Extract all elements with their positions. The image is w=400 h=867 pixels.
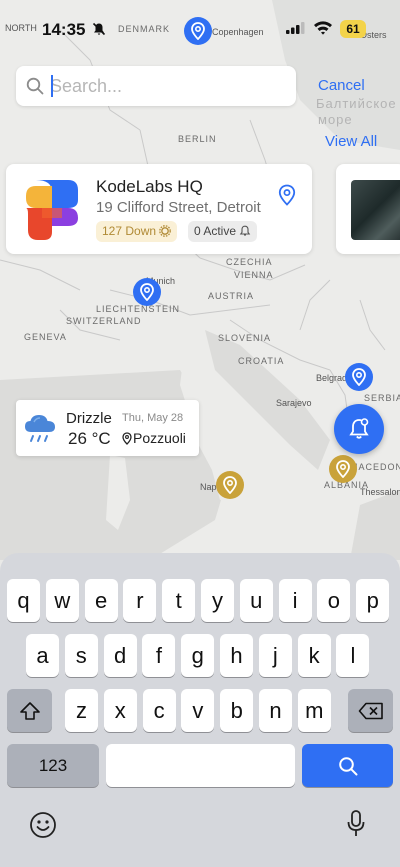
cellular-signal-icon xyxy=(286,22,305,34)
map-label-czechia: CZECHIA xyxy=(226,257,273,267)
map-label-baltic-sea-2: море xyxy=(318,112,353,127)
active-count-label: 0 Active xyxy=(194,224,237,238)
cloud-rain-icon xyxy=(25,415,55,442)
map-label-macedonia: MACEDONI xyxy=(350,462,400,472)
site-address: 19 Clifford Street, Detroit xyxy=(96,199,261,216)
key-s[interactable]: s xyxy=(64,634,98,677)
next-site-card[interactable] xyxy=(336,164,400,254)
key-p[interactable]: p xyxy=(356,579,390,622)
location-pin-icon[interactable] xyxy=(278,184,296,206)
location-pin-icon xyxy=(352,368,366,386)
bell-icon xyxy=(239,225,251,236)
key-t[interactable]: t xyxy=(162,579,196,622)
map-label-geneva: GENEVA xyxy=(24,332,67,342)
backspace-icon xyxy=(358,702,383,719)
location-pin-icon xyxy=(122,432,132,445)
map-label-thessaloniki: Thessalonik xyxy=(360,487,400,497)
key-e[interactable]: e xyxy=(84,579,118,622)
weather-card[interactable]: Drizzle 26 °C Thu, May 28 Pozzuoli xyxy=(16,400,199,456)
site-thumbnail xyxy=(351,180,400,240)
weather-condition: Drizzle xyxy=(66,410,112,427)
map-label-austria: AUSTRIA xyxy=(208,291,255,301)
battery-indicator: 61 xyxy=(340,20,366,38)
key-w[interactable]: w xyxy=(45,579,79,622)
weather-location: Pozzuoli xyxy=(122,430,186,446)
map-marker-site[interactable] xyxy=(133,278,161,306)
key-b[interactable]: b xyxy=(220,689,254,732)
wifi-icon xyxy=(314,21,332,35)
location-pin-icon xyxy=(223,476,237,494)
key-m[interactable]: m xyxy=(297,689,331,732)
key-v[interactable]: v xyxy=(181,689,215,732)
key-y[interactable]: y xyxy=(201,579,234,622)
space-key[interactable] xyxy=(106,744,295,787)
map-label-naples: Nap xyxy=(200,482,217,492)
map-label-serbia: SERBIA xyxy=(364,393,400,403)
cancel-button[interactable]: Cancel xyxy=(318,77,365,94)
key-c[interactable]: c xyxy=(142,689,176,732)
key-o[interactable]: o xyxy=(317,579,351,622)
key-z[interactable]: z xyxy=(65,689,98,732)
delete-key[interactable] xyxy=(348,689,393,732)
map-marker-site-down[interactable] xyxy=(216,471,244,499)
search-input[interactable] xyxy=(50,74,286,98)
status-time: 14:35 xyxy=(42,20,86,39)
map-label-croatia: CROATIA xyxy=(238,356,285,366)
kodelabs-logo xyxy=(26,180,78,240)
microphone-icon[interactable] xyxy=(346,809,366,839)
search-icon xyxy=(26,77,44,95)
map-label-liechtenstein: LIECHTENSTEIN xyxy=(96,304,181,314)
weather-place-name: Pozzuoli xyxy=(133,430,186,446)
site-name: KodeLabs HQ xyxy=(96,177,203,196)
key-i[interactable]: i xyxy=(278,579,312,622)
map-label-switzerland: SWITZERLAND xyxy=(66,316,142,326)
search-icon xyxy=(338,756,357,775)
search-bar[interactable] xyxy=(16,66,296,106)
bell-muted-icon xyxy=(92,22,106,36)
weather-date: Thu, May 28 xyxy=(122,412,184,424)
key-r[interactable]: r xyxy=(123,579,157,622)
weather-temperature: 26 °C xyxy=(68,429,111,448)
key-n[interactable]: n xyxy=(259,689,292,732)
key-d[interactable]: d xyxy=(103,634,137,677)
active-count-badge: 0 Active xyxy=(188,221,258,242)
map-label-slovenia: SLOVENIA xyxy=(218,333,272,343)
location-pin-icon xyxy=(336,460,350,478)
down-count-label: 127 Down xyxy=(102,224,157,238)
alerts-button[interactable] xyxy=(334,404,384,454)
down-count-badge: 127 Down xyxy=(96,221,178,242)
keyboard-search-key[interactable] xyxy=(302,744,393,787)
map-label-baltic-sea: Балтийское xyxy=(316,96,397,111)
emoji-icon[interactable] xyxy=(29,811,57,839)
key-x[interactable]: x xyxy=(103,689,137,732)
numbers-key[interactable]: 123 xyxy=(7,744,99,787)
map-marker-site-down[interactable] xyxy=(329,455,357,483)
key-j[interactable]: j xyxy=(258,634,292,677)
status-bar: 14:35 61 xyxy=(0,0,400,56)
map-label-sarajevo: Sarajevo xyxy=(276,398,312,408)
text-caret xyxy=(51,75,53,97)
map-label-belgrade: Belgrad xyxy=(316,373,348,383)
shift-key[interactable] xyxy=(7,689,52,732)
map-label-vienna: VIENNA xyxy=(234,270,274,280)
shift-arrow-icon xyxy=(19,701,40,720)
key-u[interactable]: u xyxy=(239,579,273,622)
key-q[interactable]: q xyxy=(7,579,40,622)
bell-alert-icon xyxy=(349,418,369,439)
key-a[interactable]: a xyxy=(26,634,59,677)
view-all-link[interactable]: View All xyxy=(325,133,377,150)
location-pin-icon xyxy=(140,283,154,301)
key-f[interactable]: f xyxy=(142,634,176,677)
map-marker-site[interactable] xyxy=(345,363,373,391)
key-g[interactable]: g xyxy=(181,634,215,677)
key-l[interactable]: l xyxy=(336,634,370,677)
key-k[interactable]: k xyxy=(297,634,331,677)
gear-icon xyxy=(159,225,171,237)
key-h[interactable]: h xyxy=(220,634,253,677)
map-label-berlin: BERLIN xyxy=(178,134,217,144)
site-card[interactable]: KodeLabs HQ 19 Clifford Street, Detroit … xyxy=(6,164,312,254)
